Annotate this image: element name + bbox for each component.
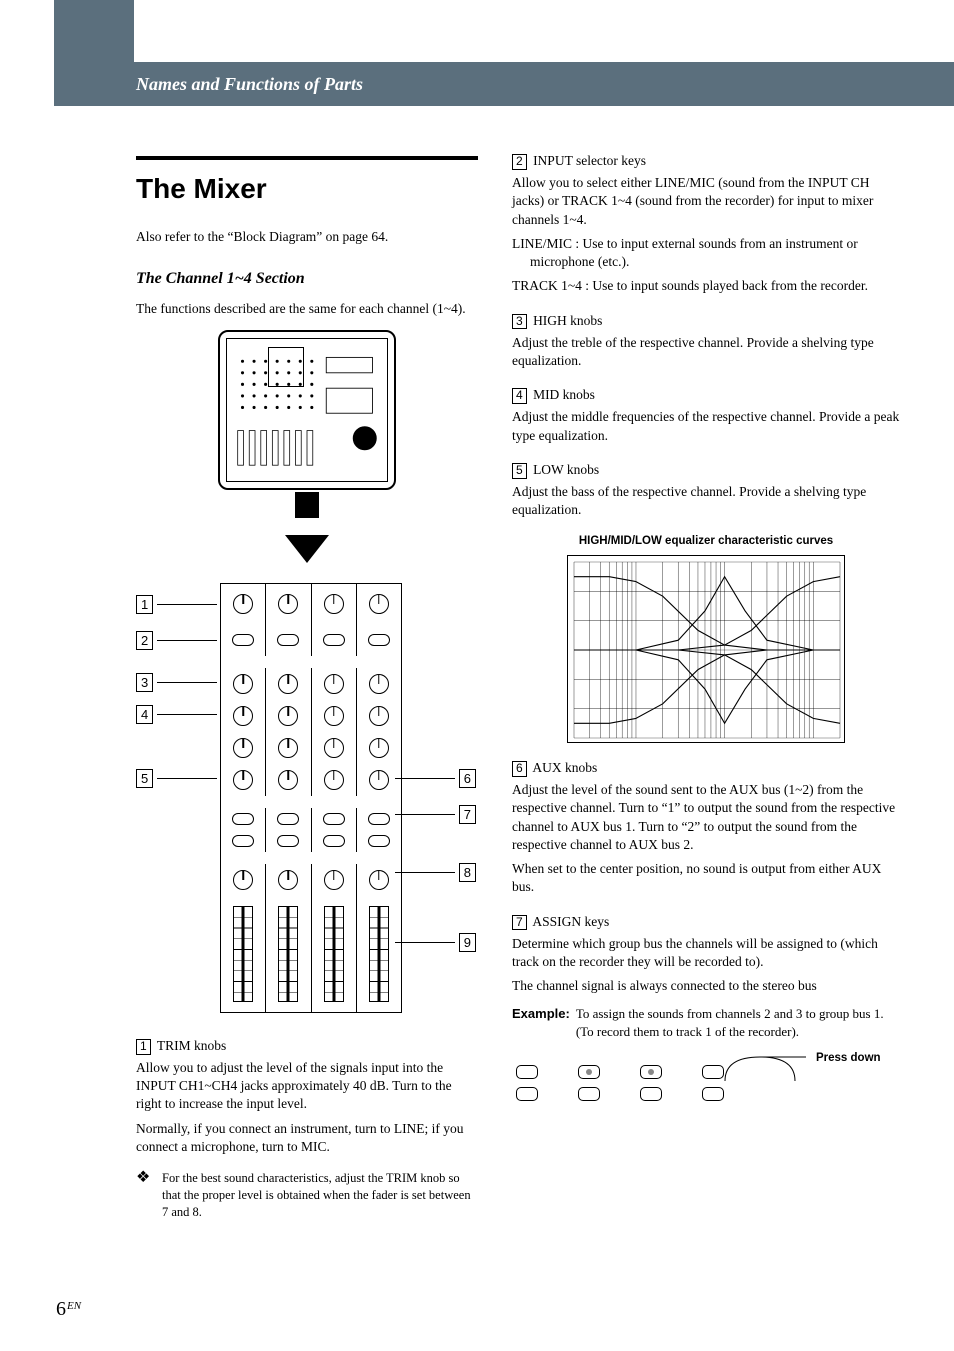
- leader-line-icon: [720, 1051, 810, 1091]
- item-title: INPUT selector keys: [533, 153, 646, 168]
- callout-2: 2: [136, 631, 153, 651]
- item-body: Adjust the treble of the respective chan…: [512, 334, 900, 370]
- arrow-down-icon: [295, 492, 319, 518]
- callout-6: 6: [459, 769, 476, 789]
- item-number: 1: [136, 1039, 151, 1055]
- page-number: 6EN: [56, 1296, 81, 1323]
- arrow-down-icon: [285, 535, 329, 563]
- item-low-knobs: 5 LOW knobs Adjust the bass of the respe…: [512, 461, 900, 520]
- section-title: Names and Functions of Parts: [136, 72, 363, 96]
- item-body: Adjust the bass of the respective channe…: [512, 483, 900, 519]
- callout-8: 8: [459, 863, 476, 883]
- item-number: 7: [512, 915, 527, 931]
- section-header: Names and Functions of Parts: [54, 62, 954, 106]
- item-body: Allow you to adjust the level of the sig…: [136, 1059, 478, 1114]
- item-body: Allow you to select either LINE/MIC (sou…: [512, 174, 900, 229]
- item-number: 4: [512, 388, 527, 404]
- item-body: Normally, if you connect an instrument, …: [136, 1120, 478, 1156]
- item-body: Adjust the level of the sound sent to th…: [512, 781, 900, 854]
- item-title: AUX knobs: [532, 760, 597, 775]
- callout-1: 1: [136, 595, 153, 615]
- channel-panel-diagram: 1 2 3 4 5 6 7 8 9: [136, 583, 476, 1013]
- callout-4: 4: [136, 705, 153, 725]
- chart-title: HIGH/MID/LOW equalizer characteristic cu…: [512, 534, 900, 550]
- page-heading: The Mixer: [136, 156, 478, 208]
- item-input-selector: 2 INPUT selector keys Allow you to selec…: [512, 152, 900, 296]
- item-title: ASSIGN keys: [532, 914, 609, 929]
- press-down-label: Press down: [816, 1051, 881, 1067]
- eq-characteristic-chart: [567, 555, 845, 743]
- item-title: MID knobs: [533, 387, 595, 402]
- callout-9: 9: [459, 933, 476, 953]
- item-mid-knobs: 4 MID knobs Adjust the middle frequencie…: [512, 386, 900, 445]
- tip-icon: ❖: [136, 1170, 154, 1221]
- item-number: 2: [512, 154, 527, 170]
- item-title: TRIM knobs: [157, 1038, 226, 1053]
- item-body: When set to the center position, no soun…: [512, 860, 900, 896]
- item-number: 3: [512, 314, 527, 330]
- assign-keys-illustration: [516, 1065, 724, 1101]
- item-body: Adjust the middle frequencies of the res…: [512, 408, 900, 444]
- callout-7: 7: [459, 805, 476, 825]
- callout-5: 5: [136, 769, 153, 789]
- item-high-knobs: 3 HIGH knobs Adjust the treble of the re…: [512, 312, 900, 371]
- item-assign-keys: 7 ASSIGN keys Determine which group bus …: [512, 913, 900, 1101]
- subsection-intro: The functions described are the same for…: [136, 300, 478, 318]
- subsection-heading: The Channel 1~4 Section: [136, 268, 478, 290]
- decorative-sidebar: [54, 0, 134, 62]
- item-title: HIGH knobs: [533, 313, 602, 328]
- item-title: LOW knobs: [533, 462, 599, 477]
- intro-text: Also refer to the “Block Diagram” on pag…: [136, 228, 478, 246]
- tip-text: For the best sound characteristics, adju…: [162, 1170, 478, 1221]
- item-number: 6: [512, 761, 527, 777]
- item-body: The channel signal is always connected t…: [512, 977, 900, 995]
- callout-3: 3: [136, 673, 153, 693]
- example-text: To assign the sounds from channels 2 and…: [576, 1005, 900, 1040]
- example-label: Example:: [512, 1005, 570, 1040]
- item-aux-knobs: 6 AUX knobs Adjust the level of the soun…: [512, 759, 900, 897]
- item-trim-knobs: 1 TRIM knobs Allow you to adjust the lev…: [136, 1037, 478, 1221]
- item-number: 5: [512, 463, 527, 479]
- item-body: TRACK 1~4 : Use to input sounds played b…: [512, 277, 900, 295]
- device-overview-illustration: [218, 330, 396, 490]
- item-body: LINE/MIC : Use to input external sounds …: [512, 235, 900, 271]
- item-body: Determine which group bus the channels w…: [512, 935, 900, 971]
